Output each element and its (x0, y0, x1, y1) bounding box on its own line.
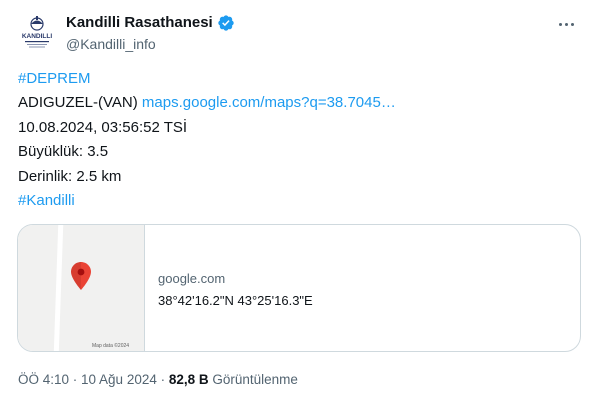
tweet: KANDILLI Kandilli Rasathanesi @Kandilli_… (0, 0, 596, 404)
depth-text: Derinlik: 2.5 km (18, 167, 122, 185)
more-dot-icon (564, 22, 568, 26)
hashtag-link[interactable]: #DEPREM (18, 70, 91, 87)
map-credit: Map data ©2024 (92, 343, 130, 349)
tweet-text: #DEPREM ADIGUZEL-(VAN) maps.google.com/m… (18, 67, 578, 213)
tweet-meta: ÖÖ 4:10 · 10 Ağu 2024 · 82,8 B Görüntüle… (18, 371, 298, 389)
link-preview-card[interactable]: Map data ©2024 google.com 38°42'16.2"N 4… (17, 224, 581, 352)
kandilli-logo-icon: KANDILLI (22, 16, 53, 48)
verified-badge-icon (218, 15, 234, 31)
logo-text: KANDILLI (22, 33, 53, 40)
tweet-line: #Kandilli (18, 189, 578, 213)
tweet-timestamp[interactable]: ÖÖ 4:10 · 10 Ağu 2024 (18, 372, 157, 387)
more-dot-icon (570, 22, 574, 26)
tweet-line: ADIGUZEL-(VAN) maps.google.com/maps?q=38… (18, 91, 578, 115)
location-text: ADIGUZEL-(VAN) (18, 94, 142, 112)
map-thumbnail: Map data ©2024 (18, 225, 145, 351)
card-domain: google.com (158, 271, 226, 286)
more-options-button[interactable] (552, 12, 580, 36)
views-label: Görüntülenme (208, 372, 298, 387)
meta-separator: · (156, 372, 169, 387)
author-name[interactable]: Kandilli Rasathanesi (66, 14, 235, 32)
maps-link[interactable]: maps.google.com/maps?q=38.7045… (142, 94, 396, 111)
datetime-text: 10.08.2024, 03:56:52 TSİ (18, 118, 188, 136)
hashtag-link[interactable]: #Kandilli (18, 192, 75, 209)
tweet-line: #DEPREM (18, 67, 578, 91)
magnitude-text: Büyüklük: 3.5 (18, 143, 109, 161)
more-dot-icon (558, 22, 562, 26)
card-title: 38°42'16.2"N 43°25'16.3"E (158, 293, 313, 308)
views-count: 82,8 B (168, 372, 209, 387)
author-name-text[interactable]: Kandilli Rasathanesi (66, 14, 213, 32)
author-handle[interactable]: @Kandilli_info (66, 35, 156, 53)
avatar[interactable]: KANDILLI (16, 12, 58, 54)
map-pin-icon (71, 262, 91, 290)
map-road (53, 225, 64, 351)
